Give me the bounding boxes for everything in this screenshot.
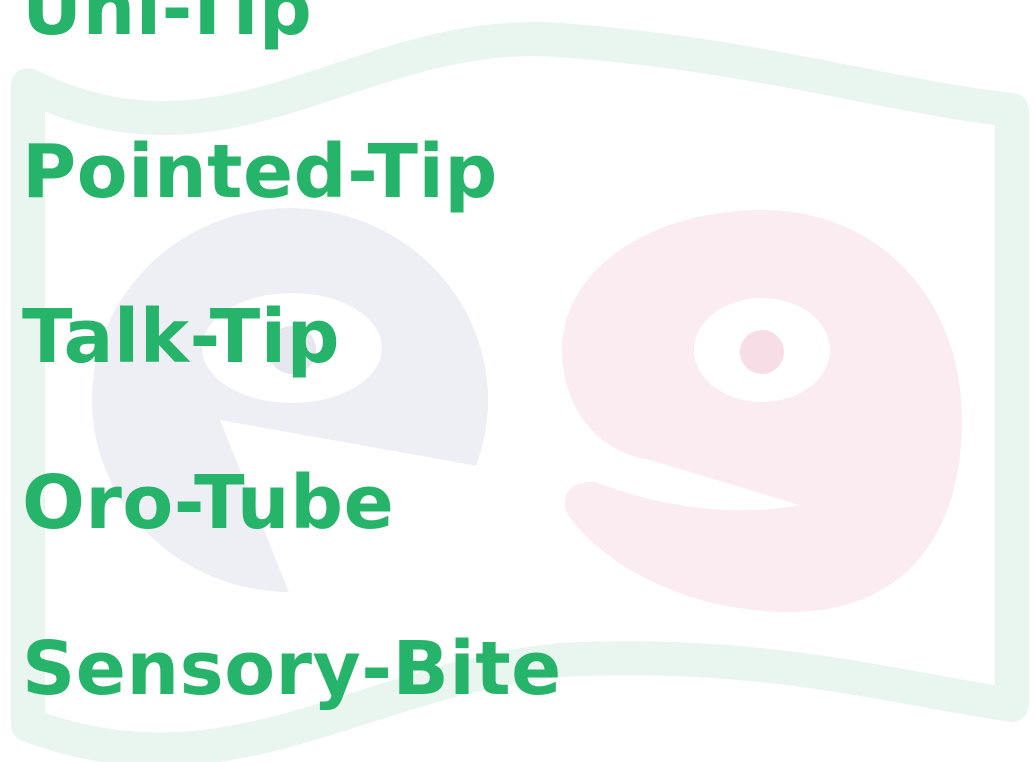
tip-list: Uni-Tip Pointed-Tip Talk-Tip Oro-Tube Se… [0, 0, 1035, 762]
tip-oro-tube: Oro-Tube [22, 460, 395, 546]
tip-sensory-bite: Sensory-Bite [22, 626, 562, 712]
tip-pointed-tip: Pointed-Tip [22, 129, 498, 215]
page: Uni-Tip Pointed-Tip Talk-Tip Oro-Tube Se… [0, 0, 1035, 762]
tip-uni-tip: Uni-Tip [22, 0, 313, 52]
tip-talk-tip: Talk-Tip [22, 294, 341, 380]
